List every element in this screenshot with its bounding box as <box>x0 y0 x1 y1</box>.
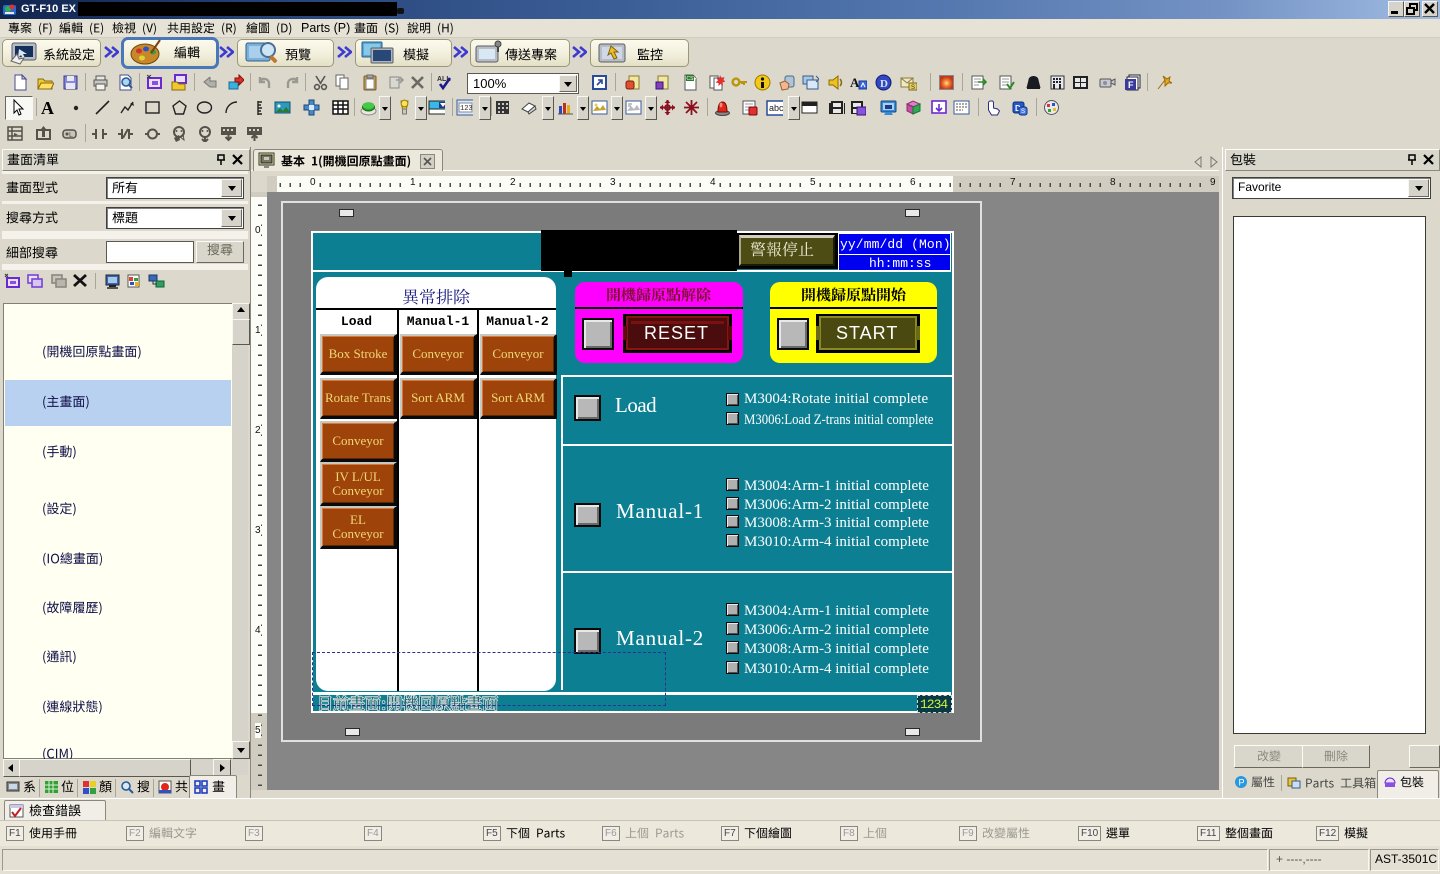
svg-text:D: D <box>880 78 888 90</box>
svg-text:F: F <box>1128 80 1134 90</box>
svg-text:123: 123 <box>460 105 473 113</box>
svg-text:S: S <box>911 85 915 91</box>
svg-text:S: S <box>1021 109 1025 115</box>
svg-text:P: P <box>1239 778 1245 788</box>
svg-text:CSV: CSV <box>687 76 698 82</box>
svg-text:abc: abc <box>769 103 783 113</box>
svg-text:L: L <box>69 132 73 139</box>
